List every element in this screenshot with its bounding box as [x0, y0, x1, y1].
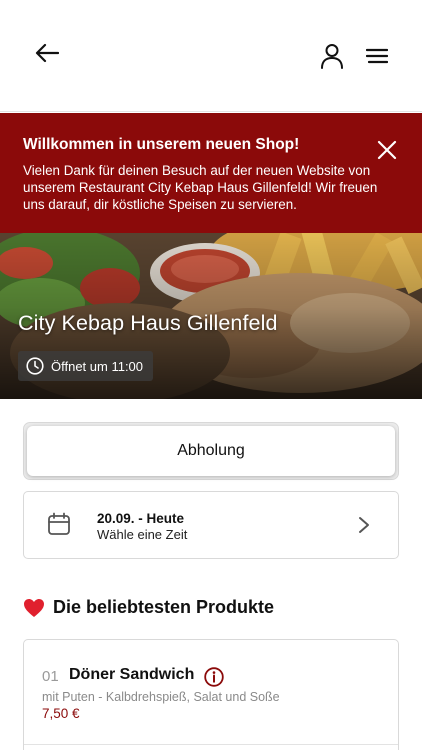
section-title-text: Die beliebtesten Produkte: [53, 597, 275, 617]
back-button[interactable]: [30, 38, 64, 68]
menu-button[interactable]: [362, 40, 392, 72]
hamburger-menu-icon: [366, 48, 388, 64]
banner-text: Vielen Dank für deinen Besuch auf der ne…: [23, 163, 378, 212]
product-name: Döner Sandwich: [69, 666, 195, 683]
order-mode-toggle: Abholung: [23, 422, 399, 480]
date-time-selector[interactable]: 20.09. - Heute Wähle eine Zeit: [23, 491, 399, 559]
opening-status: Öffnet um 11:00: [18, 351, 154, 381]
opening-status-text: Öffnet um 11:00: [51, 358, 144, 374]
hero-section: City Kebap Haus Gillenfeld Öffnet um 11:…: [0, 233, 422, 399]
banner-title: Willkommen in unserem neuen Shop!: [23, 136, 300, 153]
product-number: 01: [42, 668, 59, 685]
welcome-banner: Willkommen in unserem neuen Shop! Vielen…: [0, 113, 422, 233]
account-button[interactable]: [316, 40, 348, 72]
calendar-icon: [47, 512, 71, 541]
popular-products-heading: Die beliebtesten Produkte: [23, 597, 274, 618]
restaurant-name: City Kebap Haus Gillenfeld: [18, 311, 278, 335]
top-bar: [0, 0, 422, 112]
heart-icon: [23, 598, 45, 618]
arrow-left-icon: [35, 43, 59, 63]
chevron-right-icon: [358, 516, 370, 539]
pickup-button[interactable]: Abholung: [27, 426, 395, 476]
user-icon: [321, 44, 343, 69]
product-price: 7,50 €: [42, 706, 80, 721]
product-description: mit Puten - Kalbdrehspieß, Salat und Soß…: [42, 690, 280, 704]
close-icon: [377, 140, 397, 160]
choose-time-label: Wähle eine Zeit: [97, 527, 188, 542]
banner-close-button[interactable]: [376, 139, 398, 161]
divider: [24, 744, 398, 745]
clock-icon: [26, 357, 44, 375]
info-icon[interactable]: [204, 667, 224, 692]
selected-date: 20.09. - Heute: [97, 511, 185, 526]
product-card[interactable]: 01 Döner Sandwich mit Puten - Kalbdrehsp…: [23, 639, 399, 750]
